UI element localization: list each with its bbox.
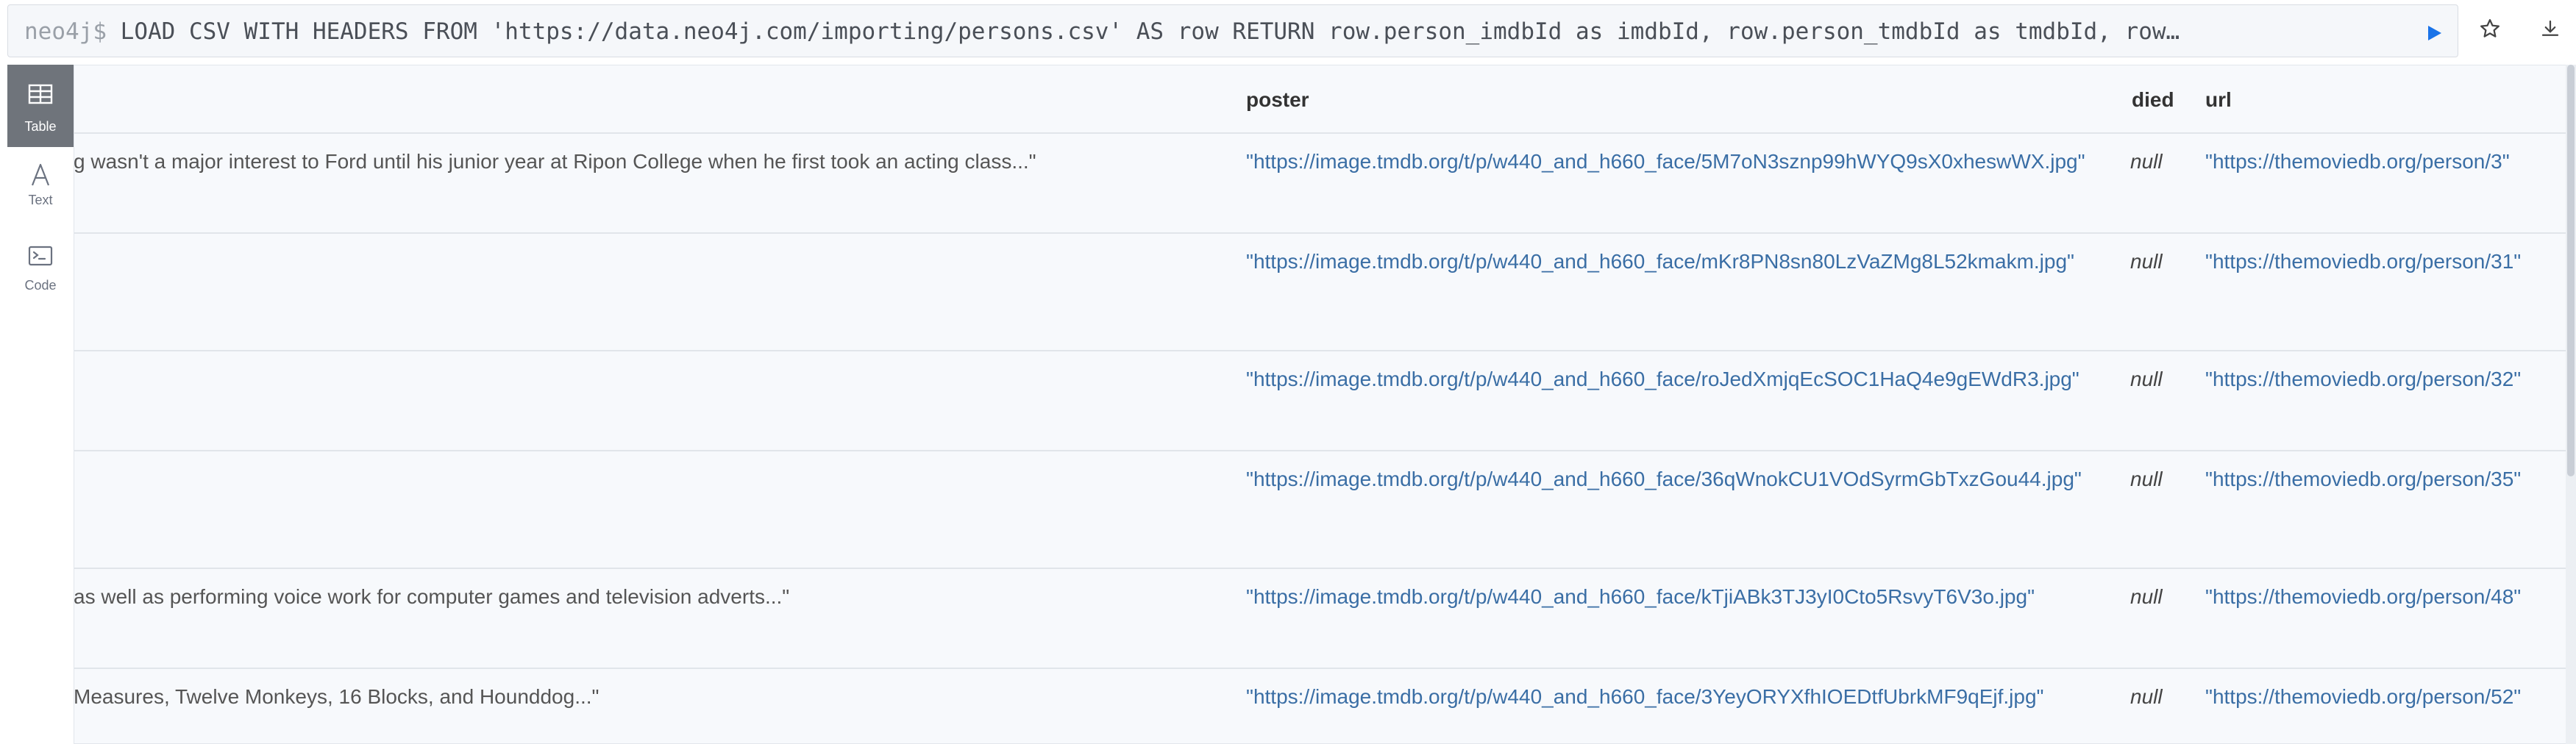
- table-cell-died: null: [2130, 250, 2163, 273]
- table-cell-url[interactable]: "https://themoviedb.org/person/32": [2205, 368, 2521, 391]
- table-cell-url[interactable]: "https://themoviedb.org/person/35": [2205, 468, 2521, 491]
- text-view-label: Text: [28, 193, 53, 207]
- table-cell-died: null: [2130, 468, 2163, 490]
- view-mode-sidebar: Table Text Code: [7, 65, 74, 744]
- column-header-died[interactable]: died: [2132, 88, 2174, 112]
- table-view-button[interactable]: Table: [7, 65, 74, 147]
- text-icon: [31, 163, 50, 186]
- table-cell-poster[interactable]: "https://image.tmdb.org/t/p/w440_and_h66…: [1246, 368, 2079, 391]
- table-view-label: Table: [24, 119, 57, 134]
- download-icon[interactable]: [2539, 18, 2561, 40]
- code-view-label: Code: [24, 278, 57, 293]
- query-string[interactable]: LOAD CSV WITH HEADERS FROM 'https://data…: [121, 18, 2180, 45]
- query-editor[interactable]: neo4j$ LOAD CSV WITH HEADERS FROM 'https…: [7, 4, 2458, 57]
- table-cell-poster[interactable]: "https://image.tmdb.org/t/p/w440_and_h66…: [1246, 685, 2043, 709]
- table-cell-poster[interactable]: "https://image.tmdb.org/t/p/w440_and_h66…: [1246, 250, 2074, 273]
- column-header-url[interactable]: url: [2205, 88, 2232, 112]
- query-text[interactable]: neo4j$ LOAD CSV WITH HEADERS FROM 'https…: [24, 5, 2382, 58]
- star-icon[interactable]: [2479, 18, 2501, 40]
- table-cell-poster[interactable]: "https://image.tmdb.org/t/p/w440_and_h66…: [1246, 468, 2082, 491]
- code-icon: [28, 246, 53, 266]
- table-cell-url[interactable]: "https://themoviedb.org/person/52": [2205, 685, 2521, 709]
- play-icon[interactable]: [2425, 24, 2443, 42]
- column-header-poster[interactable]: poster: [1246, 88, 1309, 112]
- table-cell-bio: Measures, Twelve Monkeys, 16 Blocks, and…: [74, 685, 599, 708]
- table-cell-url[interactable]: "https://themoviedb.org/person/31": [2205, 250, 2521, 273]
- table-cell-bio: as well as performing voice work for com…: [74, 585, 790, 608]
- table-cell-bio: g wasn't a major interest to Ford until …: [74, 150, 1036, 173]
- table-cell-poster[interactable]: "https://image.tmdb.org/t/p/w440_and_h66…: [1246, 150, 2085, 174]
- table-cell-url[interactable]: "https://themoviedb.org/person/48": [2205, 585, 2521, 609]
- scrollbar-thumb[interactable]: [2567, 65, 2575, 476]
- table-cell-died: null: [2130, 150, 2163, 173]
- table-cell-died: null: [2130, 368, 2163, 390]
- table-icon: [28, 84, 53, 104]
- table-cell-died: null: [2130, 585, 2163, 608]
- table-cell-url[interactable]: "https://themoviedb.org/person/3": [2205, 150, 2510, 174]
- table-cell-poster[interactable]: "https://image.tmdb.org/t/p/w440_and_h66…: [1246, 585, 2035, 609]
- editor-prompt: neo4j$: [24, 18, 107, 45]
- code-view-button[interactable]: Code: [7, 229, 74, 312]
- table-cell-died: null: [2130, 685, 2163, 708]
- text-view-button[interactable]: Text: [7, 147, 74, 229]
- bio-column: g wasn't a major interest to Ford until …: [74, 134, 1221, 744]
